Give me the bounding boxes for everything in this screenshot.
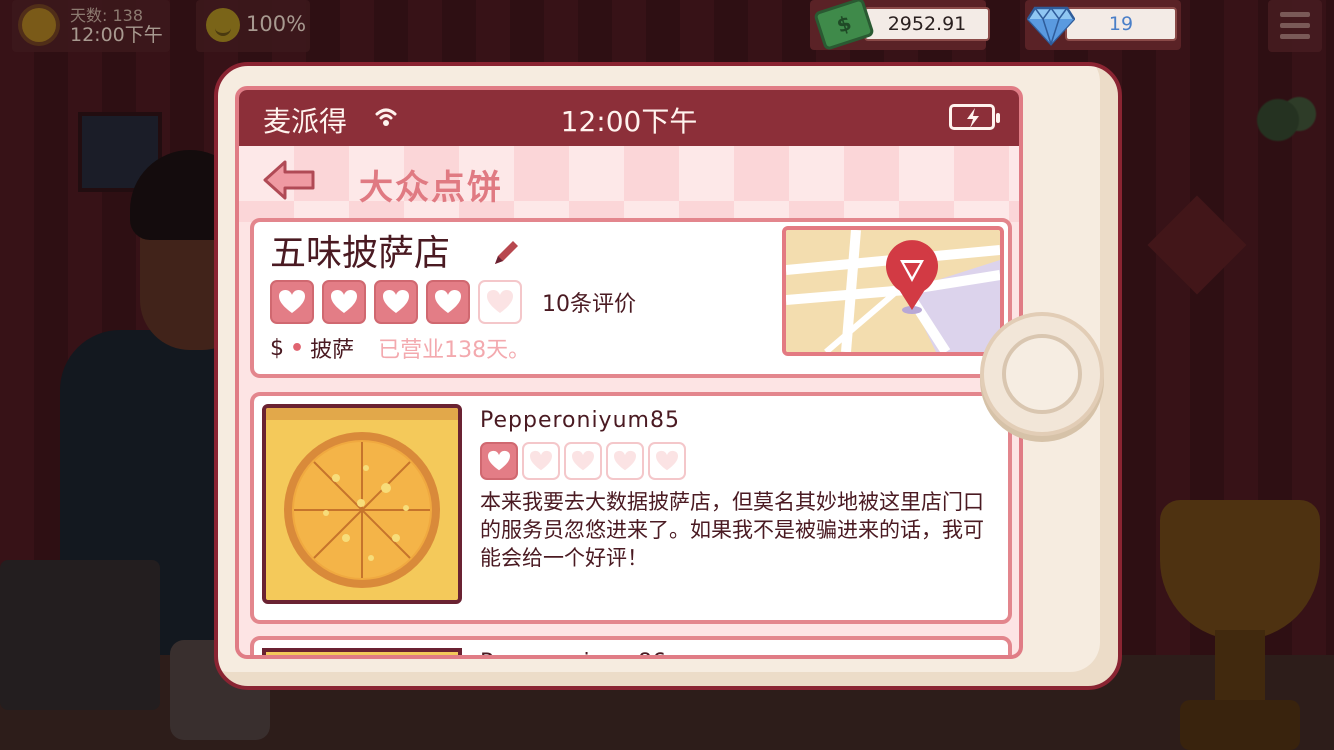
- price-level: $: [270, 335, 284, 361]
- menu-icon-bar: [1280, 23, 1310, 28]
- menu-button[interactable]: [1268, 0, 1322, 52]
- rating-heart-3: [374, 280, 418, 324]
- review-heart-5: [648, 442, 686, 480]
- phone-home-button[interactable]: [980, 312, 1104, 436]
- phone-screen: 12:00下午 麦派得 大众点饼 五味披萨店 10条评价 $ • 披萨 已营业1…: [235, 86, 1023, 659]
- restaurant-category: 披萨: [310, 338, 355, 363]
- restaurant-rating: 10条评价: [270, 280, 636, 324]
- heart-icon: [656, 450, 678, 471]
- heart-icon: [435, 290, 461, 313]
- gem-value: 19: [1065, 7, 1177, 41]
- rating-heart-5: [478, 280, 522, 324]
- bolt-icon: [967, 108, 979, 128]
- review-rating: [480, 442, 686, 480]
- restaurant-card[interactable]: 五味披萨店 10条评价 $ • 披萨 已营业138天。: [250, 218, 1012, 378]
- app-header: 大众点饼: [239, 146, 1019, 222]
- restaurant-meta: $ • 披萨 已营业138天。: [270, 332, 530, 364]
- map-icon: [786, 230, 1000, 352]
- heart-icon: [614, 450, 636, 471]
- review-card: Pepperoniyum85 本来我要去大数据披萨店，但莫名其妙地被这里店门口的…: [250, 392, 1012, 624]
- smile-icon: [206, 8, 240, 42]
- meta-separator: •: [290, 335, 305, 361]
- review-count: 10条评价: [542, 292, 636, 317]
- sun-icon: [22, 8, 56, 42]
- carrier-name: 麦派得: [263, 105, 348, 138]
- review-heart-2: [522, 442, 560, 480]
- mood-panel: 100%: [196, 0, 310, 52]
- wifi-icon: [375, 108, 397, 126]
- pencil-icon[interactable]: [489, 236, 523, 270]
- rating-heart-2: [322, 280, 366, 324]
- review-heart-3: [564, 442, 602, 480]
- rating-heart-1: [270, 280, 314, 324]
- day-time-panel: 天数: 138 12:00下午: [12, 0, 170, 52]
- game-time: 12:00下午: [70, 24, 163, 46]
- menu-icon-bar: [1280, 34, 1310, 39]
- review-card-next: Pepperoniyum86: [250, 636, 1012, 655]
- money-panel[interactable]: 2952.91: [810, 0, 990, 52]
- status-clock: 12:00下午: [560, 105, 698, 138]
- review-heart-1: [480, 442, 518, 480]
- review-heart-4: [606, 442, 644, 480]
- reviewer-name: Pepperoniyum86: [480, 650, 666, 655]
- gem-panel[interactable]: 19: [1025, 0, 1181, 50]
- heart-icon: [572, 450, 594, 471]
- status-bar: 12:00下午 麦派得: [239, 90, 1019, 146]
- heart-icon: [279, 290, 305, 313]
- pizza-image: [262, 404, 462, 604]
- battery-icon: [949, 104, 1000, 130]
- money-icon: [813, 0, 875, 52]
- reviewer-name: Pepperoniyum85: [480, 408, 680, 433]
- pizza-icon: [284, 432, 440, 588]
- review-text: 本来我要去大数据披萨店，但莫名其妙地被这里店门口的服务员忽悠进来了。如果我不是被…: [480, 490, 984, 570]
- home-button-ring: [1002, 334, 1082, 414]
- pizza-image: [262, 648, 462, 655]
- heart-icon: [331, 290, 357, 313]
- app-title: 大众点饼: [359, 168, 503, 208]
- mood-value: 100%: [246, 12, 307, 36]
- days-open: 已营业138天。: [378, 338, 531, 363]
- money-value: 2952.91: [864, 7, 990, 41]
- back-arrow-icon[interactable]: [261, 158, 317, 202]
- heart-icon: [383, 290, 409, 313]
- heart-icon: [488, 450, 510, 471]
- heart-icon: [487, 290, 513, 313]
- menu-icon: [1280, 12, 1310, 17]
- map-thumbnail[interactable]: [782, 226, 1004, 356]
- restaurant-name: 五味披萨店: [270, 233, 451, 274]
- rating-heart-4: [426, 280, 470, 324]
- heart-icon: [530, 450, 552, 471]
- gem-icon: [1027, 6, 1075, 46]
